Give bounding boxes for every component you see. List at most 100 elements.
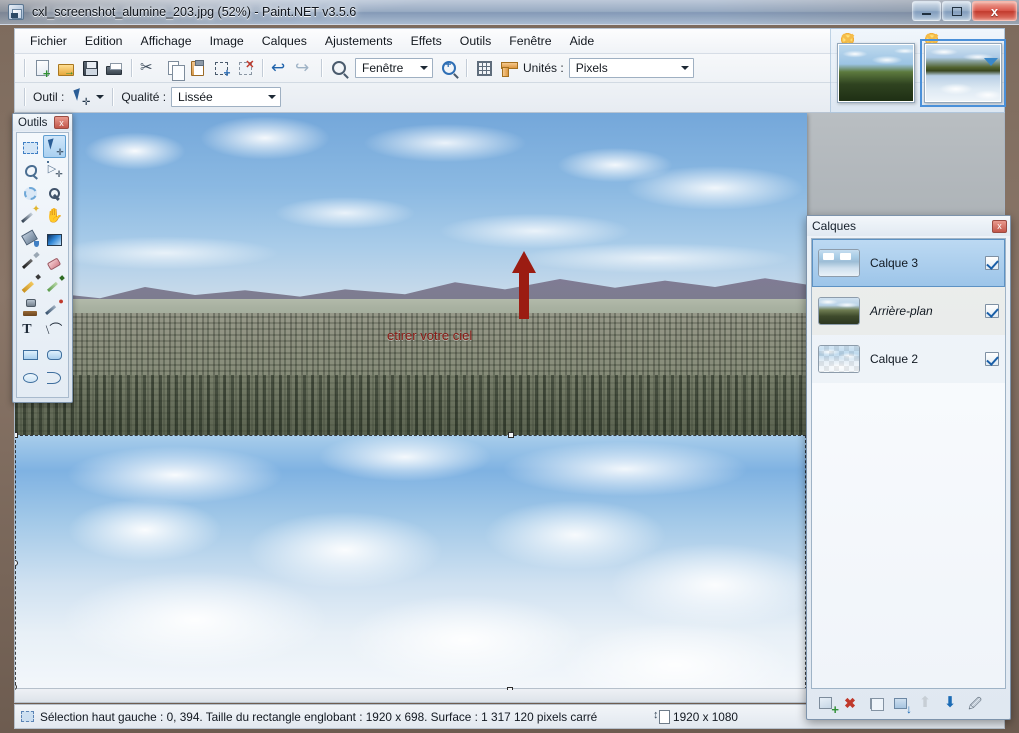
rectangle-shape-tool[interactable] — [19, 342, 43, 365]
maximize-button[interactable] — [942, 1, 971, 21]
paintbrush-tool[interactable] — [19, 250, 43, 273]
selection-handle-top-center[interactable] — [508, 432, 514, 438]
layers-panel-close-button[interactable]: x — [992, 219, 1007, 233]
layer-row-arriere-plan[interactable]: Arrière-plan — [812, 287, 1005, 335]
layer-properties-button[interactable]: 🖉 — [964, 693, 986, 713]
text-icon: T — [22, 322, 32, 337]
recolor-tool[interactable] — [43, 296, 67, 319]
clone-stamp-tool[interactable] — [19, 296, 43, 319]
layer-name: Calque 2 — [870, 352, 919, 366]
deselect-button[interactable] — [233, 56, 257, 80]
minimize-button[interactable] — [912, 1, 941, 21]
thumbnail-image — [819, 250, 859, 276]
save-button[interactable] — [78, 56, 102, 80]
redo-button[interactable]: ↪ — [292, 56, 316, 80]
menu-affichage[interactable]: Affichage — [132, 30, 201, 52]
zoom-in-button[interactable] — [437, 56, 461, 80]
move-selection-tool[interactable] — [43, 158, 67, 181]
layer-visibility-checkbox[interactable] — [985, 256, 999, 270]
crop-to-selection-button[interactable] — [209, 56, 233, 80]
menu-ajustements[interactable]: Ajustements — [316, 30, 402, 52]
layer-row-calque-3[interactable]: Calque 3 — [812, 239, 1005, 287]
menu-fichier[interactable]: Fichier — [21, 30, 76, 52]
menu-calques[interactable]: Calques — [253, 30, 316, 52]
paste-button[interactable] — [185, 56, 209, 80]
new-button[interactable] — [30, 56, 54, 80]
units-combo[interactable]: Pixels — [568, 58, 694, 78]
duplicate-layer-icon — [869, 697, 881, 709]
ellipse-select-tool[interactable] — [19, 181, 43, 204]
text-tool[interactable]: T — [19, 319, 43, 342]
add-layer-button[interactable] — [814, 693, 836, 713]
tools-panel-close-button[interactable]: x — [54, 116, 69, 129]
rounded-rectangle-shape-icon — [46, 350, 62, 360]
cityscape-foreground — [15, 375, 807, 439]
rulers-button[interactable] — [496, 56, 520, 80]
line-curve-icon: \⌒ — [45, 322, 63, 337]
merge-layer-down-button[interactable] — [889, 693, 911, 713]
paintnet-window: cxl_screenshot_alumine_203.jpg (52%) - P… — [0, 0, 1019, 733]
menu-aide[interactable]: Aide — [561, 30, 604, 52]
zoom-tool[interactable] — [43, 181, 67, 204]
menu-fenetre[interactable]: Fenêtre — [500, 30, 560, 52]
layer-visibility-checkbox[interactable] — [985, 304, 999, 318]
ellipse-shape-icon — [23, 373, 39, 383]
lasso-select-tool[interactable] — [19, 158, 43, 181]
open-button[interactable] — [54, 56, 78, 80]
gradient-tool[interactable] — [43, 227, 67, 250]
tools-grid: ✋ T \⌒ — [16, 132, 69, 398]
close-button[interactable]: x — [972, 1, 1017, 21]
delete-layer-button[interactable]: ✖ — [839, 693, 861, 713]
freeform-shape-tool[interactable] — [43, 365, 67, 388]
open-icon — [58, 63, 75, 78]
move-selected-tool[interactable] — [42, 135, 66, 158]
pencil-tool[interactable] — [19, 273, 43, 296]
cut-icon: ✂ — [140, 59, 153, 76]
eraser-tool[interactable] — [43, 250, 67, 273]
paint-bucket-tool[interactable] — [19, 227, 43, 250]
sky-lower-region — [15, 435, 807, 690]
zoom-out-button[interactable] — [327, 56, 351, 80]
selection-handle-bottom-center[interactable] — [507, 687, 513, 690]
quality-combo[interactable]: Lissée — [171, 87, 282, 107]
minimize-icon — [922, 12, 931, 15]
chevron-down-icon[interactable] — [982, 55, 1000, 69]
layer-row-calque-2[interactable]: Calque 2 — [812, 335, 1005, 383]
magic-wand-tool[interactable] — [19, 204, 43, 227]
print-button[interactable] — [102, 56, 126, 80]
zoom-level-combo[interactable]: Fenêtre — [355, 58, 433, 78]
gradient-icon — [46, 233, 62, 246]
menu-outils[interactable]: Outils — [451, 30, 500, 52]
color-picker-icon — [46, 276, 63, 293]
tool-dropdown-button[interactable] — [93, 87, 107, 107]
move-layer-down-button[interactable]: ⬇ — [939, 693, 961, 713]
pan-tool[interactable]: ✋ — [43, 204, 67, 227]
image-thumbnail-sky[interactable] — [920, 39, 1006, 107]
rounded-rectangle-shape-tool[interactable] — [43, 342, 67, 365]
duplicate-layer-button[interactable] — [864, 693, 886, 713]
add-layer-icon — [818, 697, 832, 709]
image-thumbnail-forest[interactable] — [837, 43, 915, 103]
chevron-down-icon — [96, 95, 105, 99]
tools-panel-title: Outils — [18, 116, 48, 129]
current-tool-button[interactable] — [69, 85, 93, 109]
image-canvas[interactable]: etirer votre ciel — [15, 113, 807, 690]
chevron-down-icon — [416, 59, 432, 77]
grid-button[interactable] — [472, 56, 496, 80]
menu-image[interactable]: Image — [201, 30, 253, 52]
move-layer-up-button[interactable]: ⬆ — [914, 693, 936, 713]
rectangle-select-tool[interactable] — [19, 135, 43, 158]
undo-button[interactable]: ↩ — [268, 56, 292, 80]
color-picker-tool[interactable] — [43, 273, 67, 296]
copy-button[interactable] — [161, 56, 185, 81]
menu-effets[interactable]: Effets — [402, 30, 451, 52]
layers-panel: Calques x Calque 3 Arrière-plan Calque 2 — [806, 215, 1011, 720]
cut-button[interactable]: ✂ — [137, 56, 161, 80]
menu-edition[interactable]: Edition — [76, 30, 132, 52]
selection-handle-top-left[interactable] — [15, 432, 18, 438]
line-curve-tool[interactable]: \⌒ — [43, 319, 67, 342]
layer-visibility-checkbox[interactable] — [985, 352, 999, 366]
properties-icon: 🖉 — [968, 695, 982, 711]
ellipse-shape-tool[interactable] — [19, 365, 43, 388]
merge-layer-down-icon — [893, 697, 907, 709]
